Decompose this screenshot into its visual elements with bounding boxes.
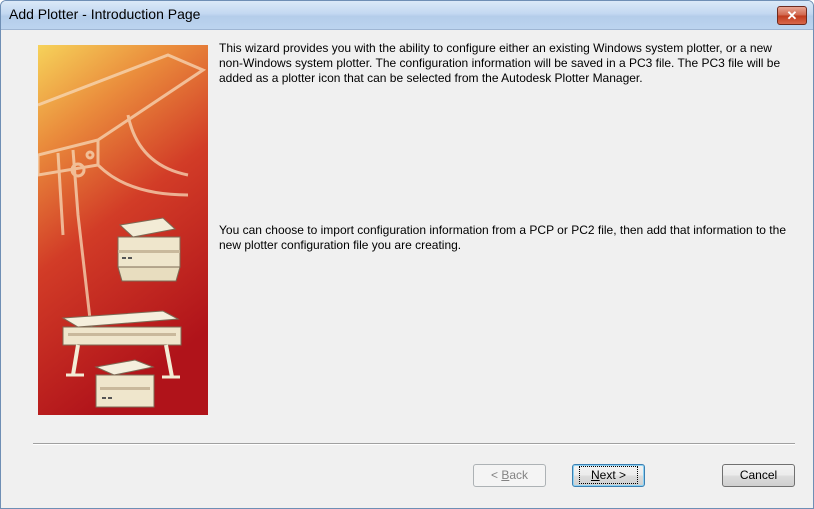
back-button[interactable]: < Back — [473, 464, 546, 487]
wizard-client-area: This wizard provides you with the abilit… — [1, 30, 813, 508]
printer-icon-3 — [94, 359, 155, 408]
add-plotter-window: Add Plotter - Introduction Page ✕ This w… — [0, 0, 814, 509]
close-icon: ✕ — [786, 8, 798, 23]
next-button-accel: N — [590, 468, 600, 482]
back-button-rest: ack — [509, 468, 529, 482]
next-button-rest: ext > — [599, 468, 627, 482]
close-button[interactable]: ✕ — [777, 6, 807, 25]
intro-paragraph-1: This wizard provides you with the abilit… — [219, 41, 781, 85]
next-button[interactable]: Next > — [572, 464, 645, 487]
intro-paragraph-2: You can choose to import configuration i… — [219, 223, 786, 252]
button-separator — [33, 443, 795, 445]
plotter-illustration — [38, 45, 208, 415]
plotter-illustration-svg — [38, 45, 208, 415]
window-title: Add Plotter - Introduction Page — [9, 6, 201, 22]
next-button-focus: Next > — [578, 466, 639, 484]
title-bar[interactable]: Add Plotter - Introduction Page ✕ — [1, 1, 813, 30]
back-button-prefix: < — [490, 468, 502, 482]
cancel-button[interactable]: Cancel — [722, 464, 795, 487]
printer-icon-1 — [117, 217, 181, 282]
